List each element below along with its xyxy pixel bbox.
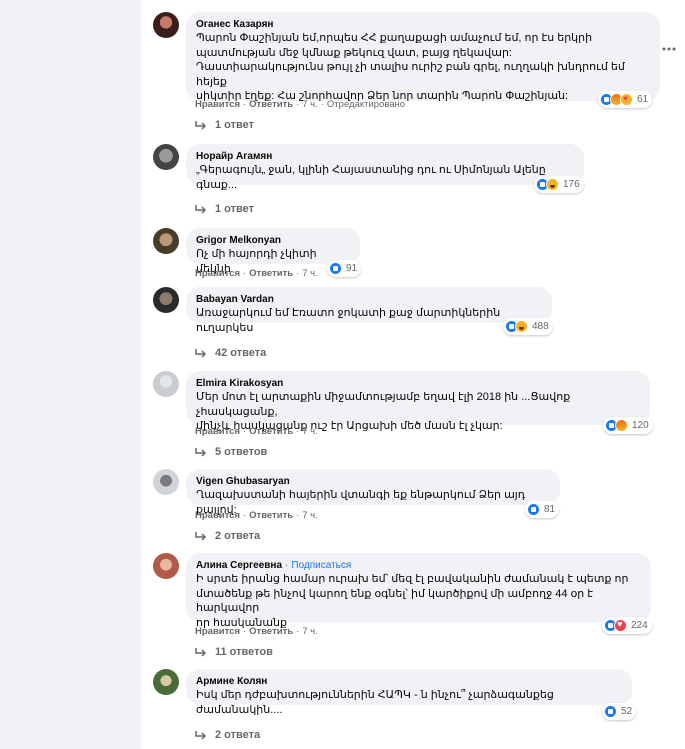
view-replies-link[interactable]: 2 ответа [195,729,260,741]
comment-author[interactable]: Babayan Vardan [196,293,542,306]
heart-reaction-icon [614,619,627,632]
like-link[interactable]: Нравится [195,426,240,437]
reaction-count: 120 [632,420,649,431]
comment-text: Ի սրտե իրանց համար ուրախ եմ՝ մեզ էլ բավա… [196,573,629,629]
comment-text: Իսկ մեր դժբախտություններին ՀԱՊԿ - ն ինչո… [196,689,554,716]
avatar[interactable] [153,12,179,38]
avatar[interactable] [153,287,179,313]
like-link[interactable]: Нравится [195,626,240,637]
comment-author[interactable]: Норайр Агамян [196,150,574,163]
comment-author[interactable]: Elmira Kirakosyan [196,377,640,390]
like-link[interactable]: Нравится [195,99,240,110]
comment-author[interactable]: Армине Колян [196,675,622,688]
more-options-icon[interactable] [662,47,676,51]
comment-author: Алина Сергеевна · Подписаться [196,560,352,571]
reaction-count: 81 [544,504,556,515]
reaction-count: 176 [563,179,580,190]
view-replies-link[interactable]: 5 ответов [195,446,267,458]
reply-link[interactable]: Ответить [249,99,293,110]
comment-bubble: Алина Сергеевна · Подписаться Ի սրտե իրանց… [186,553,651,629]
comment-actions: Нравится · Ответить · 7 ч. [195,426,318,437]
comment-actions: Нравится · Ответить · 7 ч. [195,510,318,521]
reply-arrow-icon [195,349,207,358]
view-replies-link[interactable]: 2 ответа [195,530,260,542]
reaction-count: 91 [346,263,358,274]
comment-bubble: Норайр Агамян „Գերագույն„ ջան, կլինի Հայ… [186,144,584,191]
reaction-summary[interactable]: 176 [534,176,584,193]
reply-arrow-icon [195,121,207,130]
comment-actions: Нравится · Ответить · 7 ч. [195,626,318,637]
comment-actions: Нравится · Ответить · 7 ч. · Отредактировано [195,99,406,110]
left-background [0,0,141,749]
reply-link[interactable]: Ответить [249,510,293,521]
reaction-count: 224 [631,620,648,631]
comment-bubble: Оганес Казарян Պարոն Փաշինյան եմ,որպես Հ… [186,12,660,102]
haha-reaction-icon [515,320,528,333]
timestamp[interactable]: 7 ч. [302,626,318,637]
comment-author[interactable]: Vigen Ghubasaryan [196,475,550,488]
timestamp[interactable]: 7 ч. [302,268,318,279]
comment-bubble: Grigor Melkonyan Ոչ մի հայորդի չկիտի մեկ… [186,228,360,275]
reaction-summary[interactable]: 488 [503,318,553,335]
reply-link[interactable]: Ответить [249,268,293,279]
comment-bubble: Vigen Ghubasaryan Ղազախստանի հայերին վտա… [186,469,560,516]
like-reaction-icon [604,705,617,718]
reaction-count: 61 [637,94,649,105]
subscribe-link[interactable]: Подписаться [291,560,351,571]
timestamp[interactable]: 7 ч. [302,510,318,521]
reaction-count: 52 [621,706,633,717]
haha-reaction-icon [546,178,559,191]
avatar[interactable] [153,371,179,397]
reply-link[interactable]: Ответить [249,426,293,437]
reaction-summary[interactable]: 120 [603,417,653,434]
like-reaction-icon [527,503,540,516]
reply-arrow-icon [195,731,207,740]
reply-arrow-icon [195,448,207,457]
avatar[interactable] [153,228,179,254]
like-reaction-icon [329,262,342,275]
timestamp[interactable]: 7 ч. [302,99,318,110]
reaction-summary[interactable]: 224 [602,617,652,634]
reaction-count: 488 [532,321,549,332]
comment-text: „Գերագույն„ ջան, կլինի Հայաստանից դու ու… [196,164,546,191]
reply-arrow-icon [195,205,207,214]
avatar[interactable] [153,553,179,579]
avatar[interactable] [153,469,179,495]
comment-author[interactable]: Grigor Melkonyan [196,234,350,247]
comment-bubble: Babayan Vardan Առաջարկում եմ Էռատո ջոկատ… [186,287,552,334]
comment-author[interactable]: Оганес Казарян [196,18,650,31]
care-reaction-icon [620,93,633,106]
like-link[interactable]: Нравится [195,268,240,279]
timestamp[interactable]: 7 ч. [302,426,318,437]
view-replies-link[interactable]: 1 ответ [195,203,254,215]
comment-actions: Нравится · Ответить · 7 ч. [195,268,318,279]
view-replies-link[interactable]: 42 ответа [195,347,266,359]
like-link[interactable]: Нравится [195,510,240,521]
reply-arrow-icon [195,648,207,657]
angry-reaction-icon [615,419,628,432]
reaction-summary[interactable]: 91 [327,260,362,277]
comment-bubble: Elmira Kirakosyan Մեր մոտ էլ արտաքին միջ… [186,371,650,432]
comment-text: Պարոն Փաշինյան եմ,որպես ՀՀ քաղաքացի ամաչ… [196,32,625,102]
avatar[interactable] [153,144,179,170]
reply-arrow-icon [195,532,207,541]
edited-label: Отредактировано [326,99,406,110]
reaction-summary[interactable]: 52 [602,703,637,720]
view-replies-link[interactable]: 1 ответ [195,119,254,131]
reaction-summary[interactable]: 81 [525,501,560,518]
comment-bubble: Армине Колян Իսկ մեր դժբախտություններին … [186,669,632,716]
comment-text: Առաջարկում եմ Էռատո ջոկատի քաջ մարտիկներ… [196,307,501,334]
avatar[interactable] [153,669,179,695]
reply-link[interactable]: Ответить [249,626,293,637]
reaction-summary[interactable]: 61 [598,91,653,108]
view-replies-link[interactable]: 11 ответов [195,646,273,658]
comment-author-name[interactable]: Алина Сергеевна [196,560,282,571]
